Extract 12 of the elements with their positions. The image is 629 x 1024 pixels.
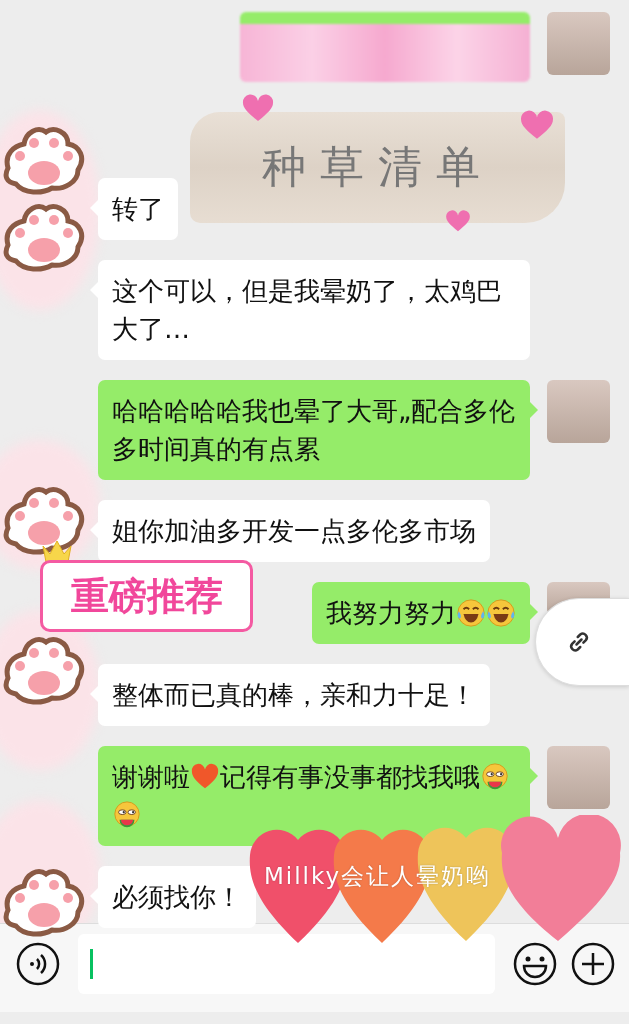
message-text: 转了	[112, 194, 164, 224]
message-text: 姐你加油多开发一点多伦多市场	[112, 516, 476, 546]
sticker-text: 重磅推荐	[70, 572, 223, 620]
message-text: 这个可以，但是我晕奶了，太鸡巴大了…	[112, 276, 502, 344]
message-text: 整体而已真的棒，亲和力十足！	[112, 680, 476, 710]
message-text: 记得有事没事都找我哦	[220, 762, 480, 792]
message-text: 哈哈哈哈哈我也晕了大哥„配合多伦多时间真的有点累	[112, 396, 516, 464]
message-text: 我努力努力	[326, 598, 456, 628]
sticker-text: Millky会让人晕奶哟	[264, 862, 492, 891]
sticker-text: 种草清单	[261, 140, 494, 194]
message-text: 必须找你！	[112, 882, 242, 912]
message-text: 谢谢啦	[112, 762, 190, 792]
